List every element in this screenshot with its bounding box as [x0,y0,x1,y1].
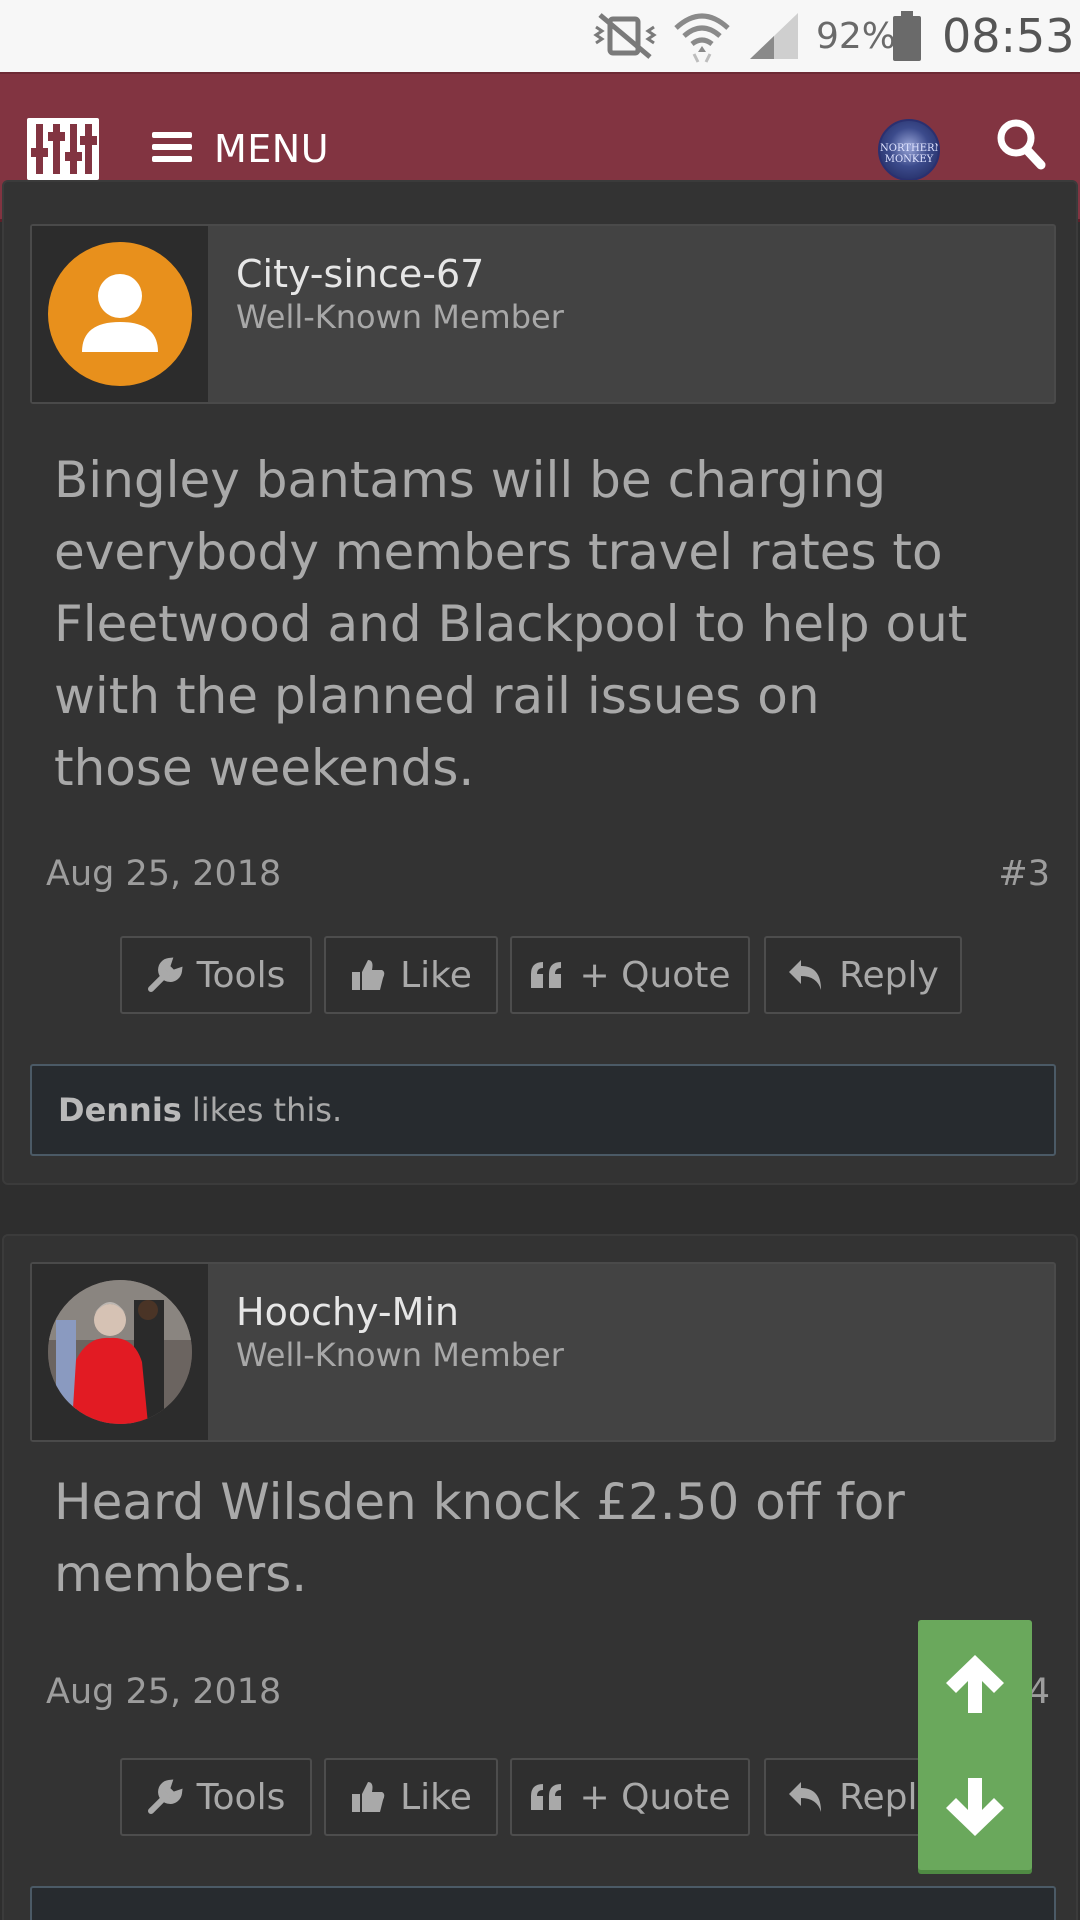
arrow-down-icon[interactable] [918,1745,1032,1870]
wrench-icon [147,1779,183,1815]
reply-icon [787,958,825,992]
likes-text: likes this. [191,1091,343,1129]
sliders-logo-icon[interactable] [27,118,99,180]
avatar-cell [32,226,208,402]
post-message: Bingley bantams will be charging everybo… [54,451,968,797]
arrow-up-icon[interactable] [918,1620,1032,1745]
post-date[interactable]: Aug 25, 2018 [46,1672,281,1712]
username[interactable]: City-since-67 [236,252,484,296]
avatar-cell [32,1264,208,1440]
quote-button[interactable]: + Quote [510,936,750,1014]
likes-summary [30,1886,1056,1920]
user-info-bar: City-since-67 Well-Known Member [30,224,1056,404]
reply-icon [787,1780,825,1814]
user-info-bar: Hoochy-Min Well-Known Member [30,1262,1056,1442]
reply-button[interactable]: Reply [764,936,962,1014]
scroll-widget [918,1620,1032,1870]
user-title: Well-Known Member [236,298,564,336]
user-photo-avatar[interactable] [48,1280,192,1424]
thumbs-up-icon [350,958,386,992]
quote-button[interactable]: + Quote [510,1758,750,1836]
battery-percent: 92% [816,15,897,57]
user-title: Well-Known Member [236,1336,564,1374]
tools-label: Tools [196,1776,286,1818]
post-3: City-since-67 Well-Known Member Bingley … [2,180,1078,1185]
quote-icon [529,1782,565,1812]
likes-summary: Dennis likes this. [30,1064,1056,1156]
post-number[interactable]: #3 [998,854,1050,894]
wrench-icon [147,957,183,993]
like-button[interactable]: Like [324,936,498,1014]
liker-name[interactable]: Dennis [58,1091,182,1129]
battery-icon [892,0,922,72]
vibrate-off-icon [590,0,660,72]
reply-label: Reply [839,954,939,996]
like-button[interactable]: Like [324,1758,498,1836]
thumbs-up-icon [350,1780,386,1814]
hamburger-icon [152,130,192,168]
username[interactable]: Hoochy-Min [236,1290,459,1334]
menu-button[interactable]: MENU [152,119,329,179]
tools-button[interactable]: Tools [120,1758,312,1836]
quote-icon [529,960,565,990]
account-avatar[interactable]: NORTHERN MONKEY [878,119,940,181]
post-4: Hoochy-Min Well-Known Member Heard Wilsd… [2,1234,1078,1920]
signal-icon [748,0,800,72]
default-avatar-icon[interactable] [48,242,192,386]
search-icon[interactable] [996,118,1046,174]
status-bar: 92% 08:53 [0,0,1080,72]
avatar-text: NORTHERN MONKEY [880,143,940,165]
post-date[interactable]: Aug 25, 2018 [46,854,281,894]
menu-label: MENU [214,127,330,171]
wifi-icon [672,0,732,72]
quote-label: + Quote [579,1776,731,1818]
quote-label: + Quote [579,954,731,996]
post-message: Heard Wilsden knock £2.50 off for member… [54,1473,905,1603]
tools-button[interactable]: Tools [120,936,312,1014]
like-label: Like [400,1776,472,1818]
clock: 08:53 [942,9,1075,63]
tools-label: Tools [196,954,286,996]
like-label: Like [400,954,472,996]
